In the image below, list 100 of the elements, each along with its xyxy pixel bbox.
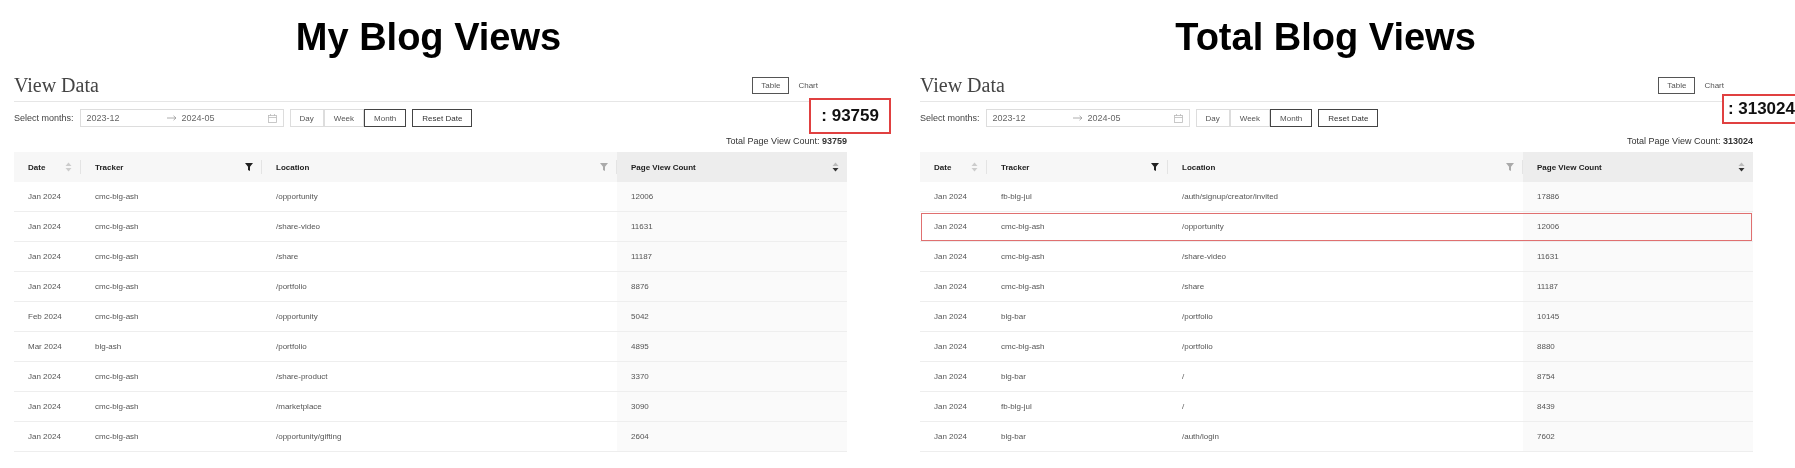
callout-box: : 313024 (1721, 94, 1795, 124)
table-cell-text: Jan 2024 (27, 191, 62, 203)
table-cell-text: fb-blg-jul (1000, 401, 1033, 413)
table-cell: 12006 (1523, 212, 1753, 241)
table-cell-text: cmc-blg-ash (94, 251, 140, 263)
table-cell: 8876 (617, 272, 847, 301)
table-cell-text: Jan 2024 (933, 221, 968, 233)
date-range-field[interactable]: 2023-12 2024-05 (79, 109, 284, 127)
table-cell-text: /share (275, 251, 300, 263)
table-cell-text: /portfolio (275, 281, 308, 293)
table-cell-text: Jan 2024 (933, 281, 968, 293)
total-count: Total Page View Count: 93759 (726, 136, 847, 146)
table-cell-text: Jan 2024 (933, 431, 968, 443)
view-tab[interactable]: Table (1658, 77, 1696, 94)
arrow-icon (166, 115, 177, 121)
table-cell: 5042 (617, 302, 847, 331)
table-cell-text: blg-bar (1000, 311, 1027, 323)
table-cell-text: cmc-blg-ash (1000, 221, 1046, 233)
period-button[interactable]: Month (364, 109, 407, 127)
period-button[interactable]: Week (323, 109, 365, 127)
table-cell-text: Feb 2024 (27, 311, 63, 323)
reset-date-button[interactable]: Reset Date (412, 109, 473, 127)
column-header[interactable]: Date (14, 160, 81, 174)
table-cell-text: Jan 2024 (27, 401, 62, 413)
table-cell: 11631 (617, 212, 847, 241)
table-cell-text: /share (1181, 281, 1206, 293)
table-cell-text: cmc-blg-ash (1000, 251, 1046, 263)
table-cell: 11631 (1523, 242, 1753, 271)
table-cell-text: Jan 2024 (27, 431, 62, 443)
panel-heading: Total Blog Views (1174, 15, 1477, 60)
table-cell: 12006 (617, 182, 847, 211)
arrow-icon (1072, 115, 1083, 121)
sort-icon[interactable] (832, 162, 839, 172)
table-cell-text: cmc-blg-ash (1000, 281, 1046, 293)
table-cell-text: /portfolio (1181, 341, 1214, 353)
table-cell-text: cmc-blg-ash (94, 311, 140, 323)
page-title: View Data (920, 74, 1005, 97)
table-cell-text: Jan 2024 (933, 371, 968, 383)
months-label: Select months: (14, 113, 74, 123)
table-cell: 8880 (1523, 332, 1753, 361)
table-cell-text: blg-bar (1000, 431, 1027, 443)
view-tab[interactable]: Table (752, 77, 790, 94)
period-button[interactable]: Month (1270, 109, 1313, 127)
date-range-field[interactable]: 2023-12 2024-05 (985, 109, 1190, 127)
panel-heading: My Blog Views (294, 15, 563, 60)
table-cell-text: Jan 2024 (933, 251, 968, 263)
table-cell-text: cmc-blg-ash (94, 371, 140, 383)
table-cell-text: cmc-blg-ash (94, 401, 140, 413)
table-cell-text: cmc-blg-ash (1000, 341, 1046, 353)
filter-icon[interactable] (1151, 163, 1159, 171)
column-header[interactable]: Tracker (81, 160, 262, 174)
table-cell-text: cmc-blg-ash (94, 431, 140, 443)
table-cell-text: /opportunity/gifting (275, 431, 343, 443)
sort-icon[interactable] (1738, 162, 1745, 172)
table-cell-text: Jan 2024 (27, 221, 62, 233)
column-header[interactable]: Page View Count (617, 152, 847, 182)
table-cell: 3370 (617, 362, 847, 391)
table-cell-text: /marketplace (275, 401, 323, 413)
table-cell-text: cmc-blg-ash (94, 221, 140, 233)
table-cell: 2604 (617, 422, 847, 451)
table-cell-text: cmc-blg-ash (94, 191, 140, 203)
table-cell-text: /opportunity (275, 311, 319, 323)
total-count: Total Page View Count: 313024 (1627, 136, 1753, 146)
table-cell-text: /opportunity (275, 191, 319, 203)
period-button[interactable]: Day (1195, 109, 1230, 127)
table-cell-text: Jan 2024 (27, 371, 62, 383)
table-cell-text: /portfolio (1181, 311, 1214, 323)
table-cell-text: Jan 2024 (27, 251, 62, 263)
table-cell-text: /auth/login (1181, 431, 1220, 443)
column-header[interactable]: Tracker (987, 160, 1168, 174)
reset-date-button[interactable]: Reset Date (1318, 109, 1379, 127)
table-cell: 3090 (617, 392, 847, 421)
table-cell: 10145 (1523, 302, 1753, 331)
column-header[interactable]: Page View Count (1523, 152, 1753, 182)
table-cell: 8754 (1523, 362, 1753, 391)
table-cell-text: Jan 2024 (933, 311, 968, 323)
filter-icon[interactable] (245, 163, 253, 171)
months-label: Select months: (920, 113, 980, 123)
period-button[interactable]: Day (289, 109, 324, 127)
table-cell: 17886 (1523, 182, 1753, 211)
calendar-icon (267, 113, 277, 123)
table-cell: 11187 (617, 242, 847, 271)
table-cell-text: Mar 2024 (27, 341, 63, 353)
table-cell-text: blg-bar (1000, 371, 1027, 383)
table-cell: 7602 (1523, 422, 1753, 451)
table-cell-text: /share-video (1181, 251, 1228, 263)
table-cell-text: / (1181, 401, 1186, 413)
table-cell-text: /share-product (275, 371, 329, 383)
calendar-icon (1173, 113, 1183, 123)
column-header[interactable]: Date (920, 160, 987, 174)
table-cell-text: /share-video (275, 221, 322, 233)
table-cell-text: Jan 2024 (933, 341, 968, 353)
table-cell: 8439 (1523, 392, 1753, 421)
table-cell-text: /auth/signup/creator/invited (1181, 191, 1280, 203)
table-cell: 11187 (1523, 272, 1753, 301)
period-button[interactable]: Week (1229, 109, 1271, 127)
callout-box: : 93759 (809, 98, 891, 134)
table-cell-text: Jan 2024 (933, 401, 968, 413)
table-cell-text: Jan 2024 (933, 191, 968, 203)
table-cell-text: fb-blg-jul (1000, 191, 1033, 203)
